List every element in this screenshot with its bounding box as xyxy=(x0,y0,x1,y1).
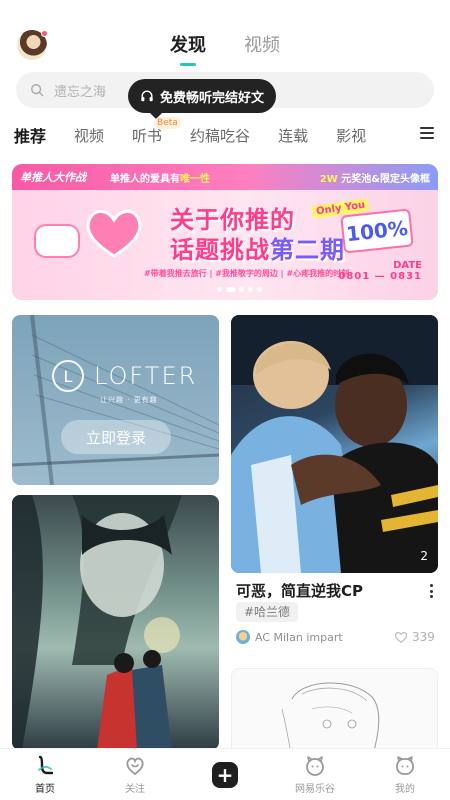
banner-date-value: 0801 — 0831 xyxy=(338,271,422,282)
category-video[interactable]: 视频 xyxy=(74,125,104,146)
carousel-dot[interactable] xyxy=(248,287,253,292)
login-card: L LOFTER 让兴趣 · 更有趣 立即登录 xyxy=(12,315,219,485)
heart-outline-icon xyxy=(394,632,408,643)
mascot-icon xyxy=(306,756,324,776)
follow-icon xyxy=(126,757,144,776)
carousel-dot[interactable] xyxy=(217,287,222,292)
post-title[interactable]: 可恶，简直逆我CP xyxy=(236,580,363,601)
nav-legu-label: 网易乐谷 xyxy=(295,784,335,795)
more-options-icon[interactable] xyxy=(430,584,434,598)
nav-legu[interactable]: 网易乐谷 xyxy=(270,749,360,800)
bottom-nav: 首页 关注 + 网易乐谷 我的 xyxy=(0,748,450,800)
banner-top-text: 单推人的爱具有唯一性 xyxy=(110,170,210,185)
home-icon xyxy=(38,755,54,775)
like-count: 339 xyxy=(412,630,435,644)
tab-discover[interactable]: 发现 xyxy=(170,30,206,66)
banner-title-2: 话题挑战第二期 xyxy=(170,230,345,265)
carousel-dot[interactable] xyxy=(239,287,244,292)
audiobook-tooltip[interactable]: 免费畅听完结好文 xyxy=(128,79,277,119)
nav-follow[interactable]: 关注 xyxy=(90,749,180,800)
banner-sticker xyxy=(34,224,80,258)
author-avatar[interactable] xyxy=(236,630,250,644)
banner-prize: 2W 元奖池&限定头像框 xyxy=(320,170,430,185)
like-button[interactable]: 339 xyxy=(394,630,435,644)
category-audiobook[interactable]: 听书 Beta xyxy=(132,116,181,146)
artwork-card[interactable] xyxy=(12,495,219,750)
nav-follow-label: 关注 xyxy=(125,784,145,795)
nav-profile[interactable]: 我的 xyxy=(360,749,450,800)
post-tag[interactable]: #哈兰德 xyxy=(236,602,299,622)
promo-banner[interactable]: 单推人大作战 单推人的爱具有唯一性 2W 元奖池&限定头像框 关于你推的 话题挑… xyxy=(12,164,438,300)
category-film[interactable]: 影视 xyxy=(336,125,366,146)
banner-percent: 100% xyxy=(340,208,414,254)
banner-prize-amount: 2W xyxy=(319,174,338,185)
category-audiobook-label: 听书 xyxy=(132,126,163,145)
banner-top-text-b: 唯一性 xyxy=(180,173,210,185)
lofter-tagline: 让兴趣 · 更有趣 xyxy=(100,396,158,404)
headphones-icon xyxy=(141,90,153,102)
nav-create[interactable]: + xyxy=(180,749,270,800)
author-name[interactable]: AC Milan impart xyxy=(255,631,343,644)
tooltip-text: 免费畅听完结好文 xyxy=(160,90,265,106)
carousel-dot[interactable] xyxy=(257,287,262,292)
login-button[interactable]: 立即登录 xyxy=(61,420,171,454)
category-commission[interactable]: 约稿吃谷 xyxy=(190,125,250,146)
tab-video[interactable]: 视频 xyxy=(244,30,280,66)
image-count: 2 xyxy=(420,549,428,563)
photo-illustration xyxy=(231,315,438,573)
carousel-dots xyxy=(217,287,262,292)
lofter-logo-icon: L xyxy=(52,360,84,392)
banner-title-2a: 话题挑战 xyxy=(170,236,270,264)
artwork-illustration xyxy=(12,495,182,750)
category-tabs: 推荐 视频 听书 Beta 约稿吃谷 连载 影视 xyxy=(14,116,414,148)
banner-top-strip: 单推人大作战 单推人的爱具有唯一性 2W 元奖池&限定头像框 xyxy=(12,164,438,190)
banner-date: DATE 0801 — 0831 xyxy=(338,260,422,282)
photo-post-image[interactable]: 2 xyxy=(231,315,438,573)
lofter-wordmark: LOFTER xyxy=(94,362,198,390)
heart-icon xyxy=(86,210,142,258)
banner-date-label: DATE xyxy=(393,260,422,271)
sketch-illustration xyxy=(281,682,380,757)
nav-profile-label: 我的 xyxy=(395,784,415,795)
banner-title-2b: 第二期 xyxy=(270,236,345,264)
sketch-post-image[interactable] xyxy=(231,668,438,758)
nav-home[interactable]: 首页 xyxy=(0,749,90,800)
search-icon xyxy=(31,84,44,97)
banner-tags: #带着我推去旅行 | #我推敬字的周边 | #心疼我推的时刻 xyxy=(144,269,350,278)
menu-icon[interactable] xyxy=(420,127,434,141)
category-recommend[interactable]: 推荐 xyxy=(14,123,46,147)
search-placeholder: 遗忘之海 xyxy=(54,84,107,100)
category-serial[interactable]: 连载 xyxy=(278,125,308,146)
banner-logo: 单推人大作战 xyxy=(20,171,86,184)
plus-icon: + xyxy=(212,761,238,788)
lofter-logo: L LOFTER xyxy=(52,360,197,392)
banner-prize-text: 元奖池&限定头像框 xyxy=(341,174,430,185)
profile-icon xyxy=(396,756,414,775)
top-tabs: 发现 视频 xyxy=(0,30,450,70)
carousel-dot[interactable] xyxy=(226,287,235,292)
nav-home-label: 首页 xyxy=(35,784,55,795)
beta-badge: Beta xyxy=(154,116,181,129)
banner-top-text-a: 单推人的爱具有 xyxy=(110,173,180,185)
